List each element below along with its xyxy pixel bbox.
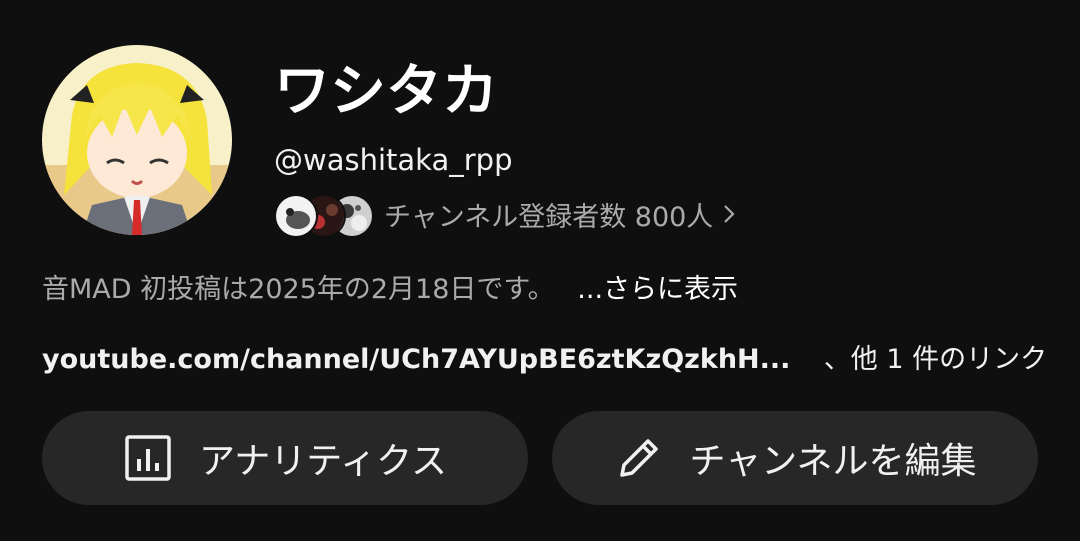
- subscribers-row[interactable]: チャンネル登録者数 800人: [274, 190, 737, 238]
- description-text: 音MAD 初投稿は2025年の2月18日です。: [42, 274, 555, 305]
- edit-channel-label: チャンネルを編集: [689, 441, 977, 482]
- analytics-label: アナリティクス: [198, 441, 448, 482]
- channel-name: ワシタカ: [274, 59, 498, 124]
- bar-chart-icon: [125, 435, 171, 481]
- analytics-button[interactable]: アナリティクス: [42, 411, 528, 505]
- channel-links: youtube.com/channel/UCh7AYUpBE6ztKzQzkhH…: [42, 340, 1047, 380]
- other-links[interactable]: 、他 1 件のリンク: [824, 344, 1047, 375]
- channel-link[interactable]: youtube.com/channel/UCh7AYUpBE6ztKzQzkhH…: [42, 344, 790, 375]
- subscriber-count: チャンネル登録者数 800人: [384, 201, 714, 233]
- subscriber-avatars: [274, 192, 374, 238]
- channel-handle: @washitaka_rpp: [274, 143, 513, 177]
- show-more-link[interactable]: ...さらに表示: [577, 274, 738, 305]
- pencil-icon: [619, 439, 658, 477]
- avatar-image: [42, 45, 232, 235]
- subscriber-avatar: [274, 194, 318, 238]
- channel-avatar[interactable]: [42, 45, 232, 235]
- channel-description[interactable]: 音MAD 初投稿は2025年の2月18日です。 ...さらに表示: [42, 270, 738, 310]
- edit-channel-button[interactable]: チャンネルを編集: [552, 411, 1038, 505]
- chevron-right-icon: [724, 205, 735, 223]
